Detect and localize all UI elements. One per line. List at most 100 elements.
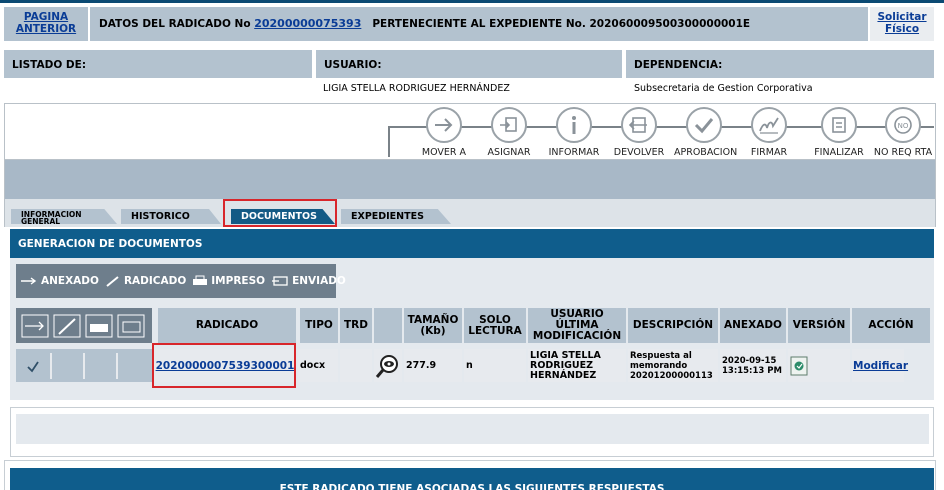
solicitar-line1: Solicitar	[877, 11, 927, 23]
action-label-finalizar: FINALIZAR	[814, 147, 864, 158]
radicado-number-link[interactable]: 20200000075393	[254, 17, 361, 30]
cell-preview	[374, 349, 402, 382]
legend-anexado-label: ANEXADO	[41, 275, 99, 287]
col-trd: TRD	[340, 308, 372, 343]
cell-tamano: 277.9	[404, 349, 462, 382]
sign-icon	[751, 107, 787, 143]
send-envelope-icon	[272, 276, 288, 286]
attach-arrow-icon	[21, 277, 37, 285]
col-solo-lectura: SOLO LECTURA	[464, 308, 526, 343]
status-icons	[21, 314, 145, 337]
assign-icon	[491, 107, 527, 143]
printer-icon	[193, 275, 208, 285]
action-finalizar[interactable]: FINALIZAR	[809, 107, 869, 158]
legend-anexado: ANEXADO	[20, 275, 99, 287]
action-asignar[interactable]: ASIGNAR	[479, 107, 539, 158]
tab-strip: INFORMACION GENERAL HISTORICO DOCUMENTOS …	[4, 199, 936, 227]
action-firmar[interactable]: FIRMAR	[739, 107, 799, 158]
responses-title: ESTE RADICADO TIENE ASOCIADAS LAS SIGUIE…	[10, 468, 934, 490]
modificar-link[interactable]: Modificar	[853, 360, 908, 371]
section-title: GENERACION DE DOCUMENTOS	[10, 229, 934, 258]
usuario-value: LIGIA STELLA RODRIGUEZ HERNÁNDEZ	[323, 83, 510, 94]
action-label-asignar: ASIGNAR	[487, 147, 531, 158]
status-cells	[16, 349, 152, 382]
cell-desc-l2: memorando	[630, 360, 688, 371]
actions-frame: MOVER A ASIGNAR INFORMAR DEVOLVER APROBA…	[4, 103, 936, 160]
col-accion: ACCIÓN	[852, 308, 930, 343]
action-label-no-req-rta: NO REQ RTA	[873, 147, 933, 158]
col-descripcion: DESCRIPCIÓN	[628, 308, 718, 343]
rail-vertical	[388, 126, 390, 157]
pen-icon	[106, 276, 119, 287]
prev-page-box: PAGINA ANTERIOR	[4, 7, 88, 41]
cell-usuario-l3: HERNÁNDEZ	[530, 369, 597, 381]
usuario-header: USUARIO:	[316, 50, 622, 78]
empty-section	[10, 407, 934, 457]
col-solo-l2: LECTURA	[468, 324, 522, 337]
col-tamano: TAMAÑO (Kb)	[404, 308, 462, 343]
tab-info-general[interactable]: INFORMACION GENERAL	[11, 209, 117, 224]
svg-text:NO: NO	[898, 122, 909, 130]
radicado-highlight	[152, 343, 296, 388]
solicitar-box: Solicitar Físico	[870, 7, 934, 41]
prev-page-link[interactable]: PAGINA ANTERIOR	[16, 11, 76, 35]
dependencia-value: Subsecretaria de Gestion Corporativa	[634, 83, 813, 94]
legend-radicado: RADICADO	[105, 275, 186, 287]
legend-enviado: ENVIADO	[271, 275, 346, 287]
cell-descripcion: Respuesta al memorando 20201200000113	[628, 349, 718, 382]
prev-page-line2: ANTERIOR	[15, 23, 77, 35]
cell-accion: Modificar	[852, 349, 908, 382]
listado-header: LISTADO DE:	[4, 50, 312, 78]
info-icon	[556, 107, 592, 143]
check-icon	[686, 107, 722, 143]
col-tipo: TIPO	[300, 308, 338, 343]
action-label-devolver: DEVOLVER	[613, 147, 665, 158]
legend-impreso-label: IMPRESO	[211, 275, 266, 287]
col-tamano-l2: (Kb)	[420, 324, 446, 337]
col-preview	[374, 308, 402, 343]
cell-solo-lectura: n	[464, 349, 526, 382]
col-usuario-l3: MODIFICACIÓN	[532, 330, 622, 342]
legend-enviado-label: ENVIADO	[292, 275, 346, 287]
action-mover[interactable]: MOVER A	[414, 107, 474, 158]
cell-tipo: docx	[298, 349, 338, 382]
expediente-text: PERTENECIENTE AL EXPEDIENTE No. 20206000…	[372, 18, 751, 30]
return-icon	[621, 107, 657, 143]
solicitar-line2: Físico	[884, 23, 920, 35]
radicado-prefix: DATOS DEL RADICADO No	[99, 18, 251, 30]
action-label-informar: INFORMAR	[548, 147, 600, 158]
cell-fecha-l1: 2020-09-15	[722, 355, 777, 366]
action-label-mover: MOVER A	[421, 147, 467, 158]
documentos-highlight	[223, 199, 337, 227]
radicado-bar: DATOS DEL RADICADO No 20200000075393 PER…	[90, 7, 868, 41]
status-icons-header	[16, 308, 152, 343]
tab-historico[interactable]: HISTORICO	[121, 209, 221, 224]
col-radicado: RADICADO	[158, 308, 296, 343]
legend-bar: ANEXADO RADICADO IMPRESO ENVIADO	[16, 264, 346, 298]
cell-version	[788, 349, 850, 382]
cell-desc-l3: 20201200000113	[630, 370, 713, 381]
status-cells-grid	[27, 352, 118, 379]
cell-fecha-l2: 13:15:13 PM	[722, 365, 782, 376]
version-document-icon[interactable]	[790, 356, 808, 376]
finish-icon	[821, 107, 857, 143]
tab-info-general-line2: GENERAL	[21, 217, 61, 226]
arrow-right-icon	[426, 107, 462, 143]
cell-usuario: LIGIA STELLA RODRIGUEZ HERNÁNDEZ	[528, 349, 626, 382]
no-response-icon: NO	[885, 107, 921, 143]
col-anexado: ANEXADO	[720, 308, 786, 343]
cell-desc-l1: Respuesta al	[630, 350, 692, 361]
tab-expedientes[interactable]: EXPEDIENTES	[341, 209, 451, 224]
legend-radicado-label: RADICADO	[123, 275, 187, 287]
empty-section-inner	[16, 414, 929, 444]
col-version: VERSIÓN	[788, 308, 850, 343]
action-label-aprobacion: APROBACION	[674, 147, 738, 158]
action-no-req-rta[interactable]: NO NO REQ RTA	[873, 107, 933, 158]
legend-impreso: IMPRESO	[192, 275, 265, 287]
solicitar-fisico-link[interactable]: Solicitar Físico	[877, 11, 926, 35]
prev-page-line1: PAGINA	[23, 11, 69, 23]
action-aprobacion[interactable]: APROBACION	[674, 107, 738, 158]
action-devolver[interactable]: DEVOLVER	[609, 107, 669, 158]
magnifier-eye-icon[interactable]	[375, 353, 401, 379]
action-informar[interactable]: INFORMAR	[544, 107, 604, 158]
